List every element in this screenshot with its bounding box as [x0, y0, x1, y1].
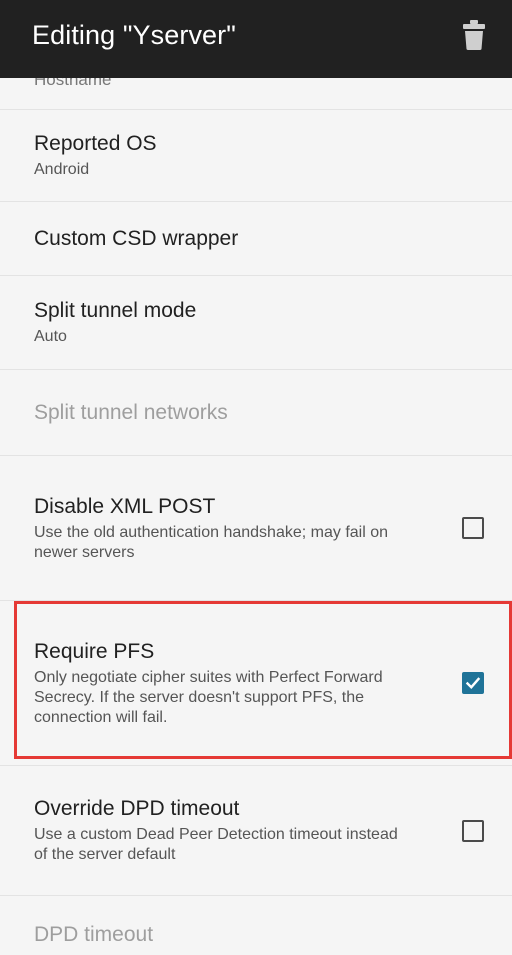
settings-list[interactable]: Hostname Reported OS Android Custom CSD …: [0, 78, 512, 955]
disable-xml-post-checkbox[interactable]: [462, 517, 484, 539]
pref-override-dpd-timeout[interactable]: Override DPD timeout Use a custom Dead P…: [0, 766, 512, 896]
require-pfs-checkbox[interactable]: [462, 672, 484, 694]
pref-override-dpd-summary: Use a custom Dead Peer Detection timeout…: [34, 826, 398, 863]
pref-reported-os[interactable]: Reported OS Android: [0, 110, 512, 202]
pref-require-pfs-title: Require PFS: [34, 639, 155, 663]
override-dpd-checkbox[interactable]: [462, 819, 484, 842]
pref-custom-csd-wrapper[interactable]: Custom CSD wrapper: [0, 202, 512, 276]
pref-require-pfs-summary: Only negotiate cipher suites with Perfec…: [34, 668, 383, 726]
pref-dpd-timeout-title: DPD timeout: [34, 923, 154, 946]
pref-disable-xml-post[interactable]: Disable XML POST Use the old authenticat…: [0, 456, 512, 601]
pref-split-tunnel-mode-summary: Auto: [34, 328, 67, 345]
pref-override-dpd-title: Override DPD timeout: [34, 797, 240, 820]
pref-split-tunnel-networks-title: Split tunnel networks: [34, 400, 228, 424]
cut-off-item-label: Hostname: [34, 78, 112, 89]
pref-dpd-timeout: DPD timeout: [0, 896, 512, 955]
list-item-cut-off[interactable]: Hostname: [0, 78, 512, 110]
pref-disable-xml-post-summary: Use the old authentication handshake; ma…: [34, 523, 389, 561]
check-icon: [465, 677, 481, 689]
pref-require-pfs[interactable]: Require PFS Only negotiate cipher suites…: [0, 601, 512, 766]
pref-disable-xml-post-title: Disable XML POST: [34, 494, 216, 518]
pref-custom-csd-title: Custom CSD wrapper: [34, 226, 239, 250]
page-title: Editing "Yserver": [32, 19, 236, 50]
pref-reported-os-title: Reported OS: [34, 132, 157, 155]
app-bar: Editing "Yserver": [0, 0, 512, 78]
pref-split-tunnel-networks: Split tunnel networks: [0, 370, 512, 456]
pref-split-tunnel-mode[interactable]: Split tunnel mode Auto: [0, 276, 512, 370]
trash-icon[interactable]: [460, 18, 488, 52]
pref-reported-os-summary: Android: [34, 161, 90, 178]
pref-split-tunnel-mode-title: Split tunnel mode: [34, 299, 197, 322]
